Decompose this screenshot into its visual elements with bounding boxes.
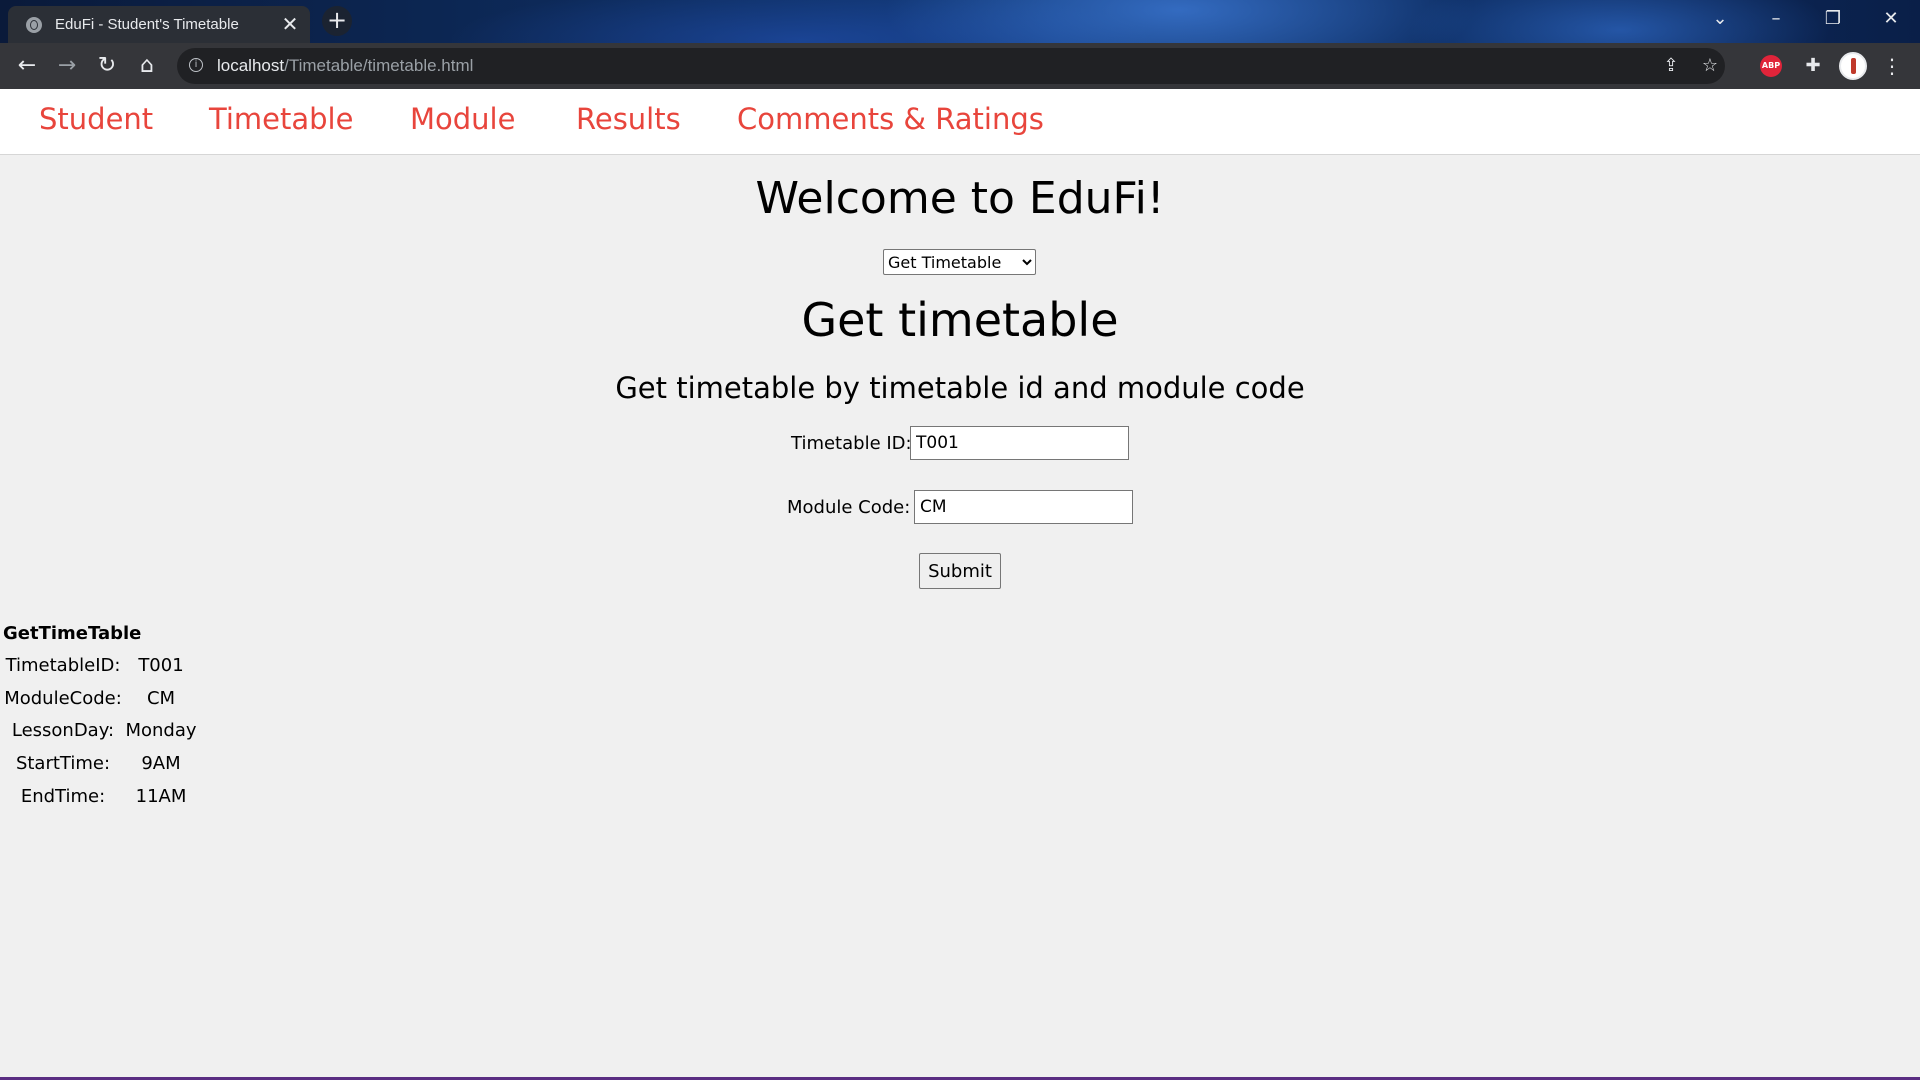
result-key: ModuleCode: [4, 688, 122, 709]
share-icon[interactable]: ⇪ [1659, 54, 1683, 78]
browser-tab[interactable]: EduFi - Student's Timetable ✕ [8, 6, 310, 43]
result-value: 11AM [135, 786, 187, 807]
nav-results[interactable]: Results [576, 102, 681, 136]
nav-comments-ratings[interactable]: Comments & Ratings [737, 102, 1044, 136]
tab-search-icon[interactable]: ⌄ [1700, 6, 1740, 32]
nav-timetable[interactable]: Timetable [209, 102, 353, 136]
menu-kebab-icon[interactable]: ⋮ [1877, 51, 1907, 81]
action-select-wrapper: Get Timetable [883, 249, 1036, 275]
result-row: ModuleCode: CM [0, 688, 200, 718]
result-row: EndTime: 11AM [0, 786, 200, 816]
back-icon[interactable]: ← [12, 51, 42, 81]
section-subheading: Get timetable by timetable id and module… [615, 371, 1305, 405]
result-title: GetTimeTable [3, 623, 142, 644]
bookmark-star-icon[interactable]: ☆ [1698, 54, 1722, 78]
close-tab-icon[interactable]: ✕ [280, 14, 300, 34]
nav-module[interactable]: Module [410, 102, 515, 136]
timetable-id-label: Timetable ID: [791, 433, 912, 454]
result-row: StartTime: 9AM [0, 753, 200, 783]
action-select[interactable]: Get Timetable [883, 249, 1036, 275]
result-key: TimetableID: [5, 655, 121, 676]
submit-button[interactable]: Submit [919, 553, 1001, 589]
timetable-id-input[interactable] [910, 426, 1129, 460]
minimize-icon[interactable]: – [1756, 6, 1796, 32]
welcome-heading: Welcome to EduFi! [755, 173, 1165, 224]
profile-avatar[interactable] [1839, 52, 1867, 80]
address-bar[interactable]: i localhost/Timetable/timetable.html ⇪ ☆ [177, 48, 1725, 84]
info-icon[interactable]: i [189, 58, 203, 72]
nav-student[interactable]: Student [39, 102, 153, 136]
browser-tab-strip: EduFi - Student's Timetable ✕ + ⌄ – ❐ ✕ [0, 0, 1920, 43]
reload-icon[interactable]: ↻ [92, 51, 122, 81]
result-key: StartTime: [15, 753, 111, 774]
result-value: T001 [138, 655, 184, 676]
section-heading: Get timetable [801, 293, 1119, 347]
site-navbar: Student Timetable Module Results Comment… [0, 89, 1920, 155]
restore-icon[interactable]: ❐ [1813, 6, 1853, 32]
result-value: 9AM [141, 753, 181, 774]
tab-title: EduFi - Student's Timetable [55, 16, 239, 33]
result-row: TimetableID: T001 [0, 655, 200, 685]
module-code-label: Module Code: [787, 497, 911, 518]
adblock-extension-icon[interactable]: ABP [1760, 55, 1782, 77]
module-code-input[interactable] [914, 490, 1133, 524]
result-value: Monday [125, 720, 197, 741]
result-value: CM [146, 688, 176, 709]
home-icon[interactable]: ⌂ [132, 51, 162, 81]
forward-icon[interactable]: → [52, 51, 82, 81]
globe-icon [26, 17, 42, 33]
extensions-puzzle-icon[interactable]: ✚ [1798, 51, 1828, 81]
url-text[interactable]: localhost/Timetable/timetable.html [217, 56, 473, 76]
browser-toolbar: ← → ↻ ⌂ i localhost/Timetable/timetable.… [0, 43, 1920, 89]
window-close-icon[interactable]: ✕ [1871, 6, 1911, 32]
new-tab-button[interactable]: + [322, 6, 352, 36]
result-key: EndTime: [20, 786, 106, 807]
result-key: LessonDay: [11, 720, 115, 741]
result-row: LessonDay: Monday [0, 720, 200, 750]
